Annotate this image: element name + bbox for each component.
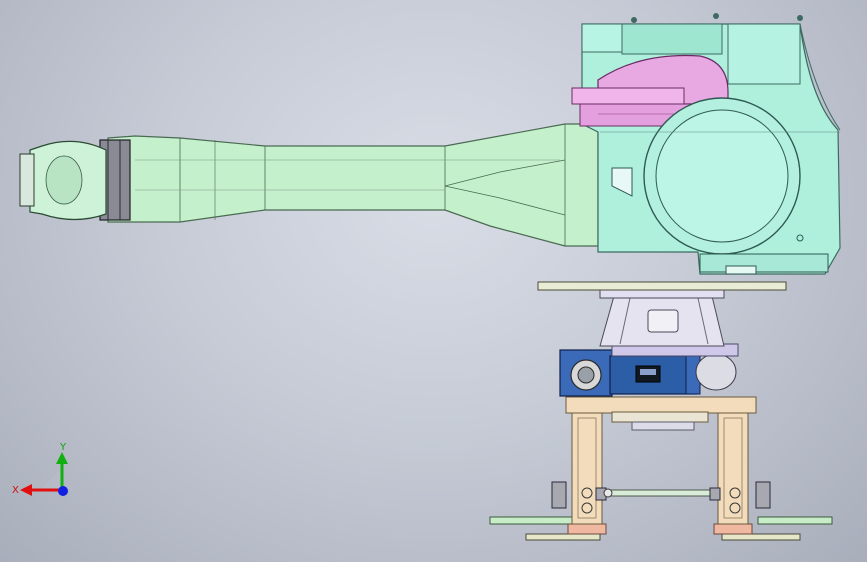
right-foot-plate-lower <box>721 533 801 541</box>
servo-motor <box>559 343 739 397</box>
shoulder-housing <box>571 13 841 275</box>
turntable-disc <box>537 281 787 291</box>
cad-viewport[interactable]: Y X <box>0 0 867 562</box>
stand-top-plate <box>565 396 757 414</box>
coordinate-triad-icon: Y X <box>12 442 68 496</box>
base-column <box>537 281 787 347</box>
robot-arm-model[interactable] <box>0 0 867 562</box>
tie-rod <box>603 489 717 497</box>
triad-y-label: Y <box>59 442 67 453</box>
robot-stand <box>489 396 833 541</box>
triad-x-label: X <box>12 485 19 496</box>
left-foot-plate-lower <box>525 533 601 541</box>
robot-arm <box>19 123 599 247</box>
right-foot-plate <box>757 516 833 525</box>
left-foot-plate <box>489 516 579 525</box>
